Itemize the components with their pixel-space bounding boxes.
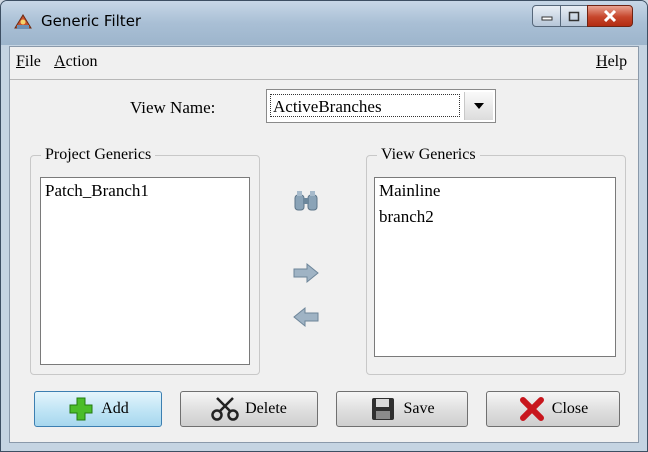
view-generics-list[interactable]: Mainline branch2 <box>374 177 616 357</box>
minimize-icon <box>541 16 552 21</box>
minimize-button[interactable] <box>532 5 561 27</box>
project-generics-list[interactable]: Patch_Branch1 <box>40 177 250 365</box>
scissors-icon <box>211 395 239 423</box>
menu-help[interactable]: Help <box>596 53 627 71</box>
save-button[interactable]: Save <box>336 391 468 427</box>
client-area: File Action Help View Name: ActiveBranch… <box>9 46 639 443</box>
find-button[interactable] <box>290 185 322 217</box>
add-label: Add <box>101 400 129 417</box>
plus-icon <box>67 395 95 423</box>
app-icon <box>14 14 32 29</box>
add-button[interactable]: Add <box>34 391 162 427</box>
dropdown-arrow-button[interactable] <box>464 92 493 120</box>
maximize-button[interactable] <box>560 5 588 27</box>
save-label: Save <box>403 400 435 417</box>
project-generics-title: Project Generics <box>41 146 156 164</box>
view-name-value: ActiveBranches <box>270 94 460 117</box>
list-item[interactable]: Mainline <box>375 178 615 204</box>
floppy-disk-icon <box>369 395 397 423</box>
arrow-right-icon <box>293 262 319 284</box>
chevron-down-icon <box>474 103 484 109</box>
binoculars-icon <box>294 191 318 211</box>
view-name-label: View Name: <box>130 98 216 117</box>
close-label: Close <box>551 400 589 417</box>
close-icon <box>518 395 546 423</box>
window-title: Generic Filter <box>41 12 142 30</box>
delete-label: Delete <box>245 400 287 417</box>
generic-filter-window: Generic Filter File Action Help View Nam… <box>0 0 648 452</box>
list-item[interactable]: branch2 <box>375 204 615 230</box>
close-window-button[interactable] <box>587 5 633 27</box>
menu-action[interactable]: Action <box>54 53 98 71</box>
move-left-button[interactable] <box>290 301 322 333</box>
list-item[interactable]: Patch_Branch1 <box>41 178 249 204</box>
view-name-dropdown[interactable]: ActiveBranches <box>266 89 496 123</box>
close-button[interactable]: Close <box>486 391 620 427</box>
title-bar[interactable]: Generic Filter <box>1 1 647 45</box>
menu-file[interactable]: File <box>16 53 41 71</box>
view-generics-title: View Generics <box>377 146 480 164</box>
maximize-icon <box>568 11 580 21</box>
close-x-icon <box>603 10 617 22</box>
delete-button[interactable]: Delete <box>180 391 318 427</box>
move-right-button[interactable] <box>290 257 322 289</box>
menu-bar: File Action Help <box>10 47 638 80</box>
arrow-left-icon <box>293 306 319 328</box>
